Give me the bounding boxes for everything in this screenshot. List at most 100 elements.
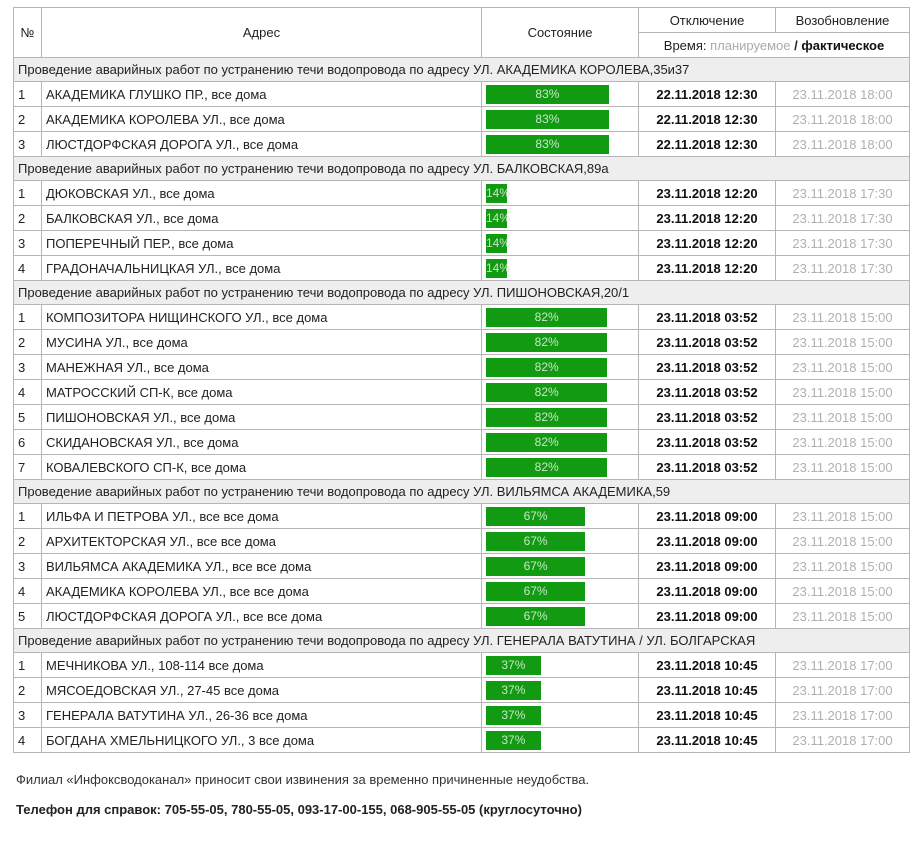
row-shutdown-time: 23.11.2018 09:00 (638, 603, 776, 629)
row-state: 37% (481, 677, 639, 703)
row-number: 3 (13, 131, 42, 157)
row-address: ЛЮСТДОРФСКАЯ ДОРОГА УЛ., все все дома (41, 603, 482, 629)
row-state: 83% (481, 81, 639, 107)
row-state: 67% (481, 578, 639, 604)
row-address: АРХИТЕКТОРСКАЯ УЛ., все все дома (41, 528, 482, 554)
row-restore-time: 23.11.2018 15:00 (775, 553, 910, 579)
row-restore-time: 23.11.2018 15:00 (775, 304, 910, 330)
group-row: Проведение аварийных работ по устранению… (13, 628, 910, 653)
row-shutdown-time: 23.11.2018 03:52 (638, 354, 776, 380)
table-body: Проведение аварийных работ по устранению… (13, 57, 910, 753)
header-num: № (13, 7, 42, 58)
row-shutdown-time: 23.11.2018 03:52 (638, 454, 776, 480)
row-shutdown-time: 23.11.2018 03:52 (638, 429, 776, 455)
row-number: 1 (13, 304, 42, 330)
table-row: 1 ИЛЬФА И ПЕТРОВА УЛ., все все дома 67% 23.… (13, 503, 910, 529)
row-state: 67% (481, 503, 639, 529)
table-row: 1 КОМПОЗИТОРА НИЩИНСКОГО УЛ., все дома 82%… (13, 304, 910, 330)
table-row: 2 МЯСОЕДОВСКАЯ УЛ., 27-45 все дома 37% 23.1… (13, 677, 910, 703)
row-restore-time: 23.11.2018 15:00 (775, 528, 910, 554)
row-number: 2 (13, 329, 42, 355)
row-restore-time: 23.11.2018 17:30 (775, 180, 910, 206)
group-row: Проведение аварийных работ по устранению… (13, 156, 910, 181)
row-number: 4 (13, 727, 42, 753)
time-legend-slash: / (794, 37, 798, 53)
row-shutdown-time: 23.11.2018 10:45 (638, 677, 776, 703)
row-state: 37% (481, 727, 639, 753)
row-restore-time: 23.11.2018 15:00 (775, 329, 910, 355)
progress-bar: 67% (486, 581, 586, 601)
row-number: 7 (13, 454, 42, 480)
row-restore-time: 23.11.2018 17:00 (775, 727, 910, 753)
row-shutdown-time: 22.11.2018 12:30 (638, 106, 776, 132)
row-address: МАНЕЖНАЯ УЛ., все дома (41, 354, 482, 380)
progress-bar: 82% (486, 457, 608, 477)
row-number: 4 (13, 255, 42, 281)
row-restore-time: 23.11.2018 15:00 (775, 454, 910, 480)
row-state: 82% (481, 379, 639, 405)
progress-bar: 67% (486, 531, 586, 551)
table-header-row: № Адрес Состояние Отключение Возобновлен… (13, 7, 910, 58)
row-state: 82% (481, 404, 639, 430)
row-address: МЕЧНИКОВА УЛ., 108-114 все дома (41, 652, 482, 678)
time-legend-prefix: Время: (663, 37, 707, 53)
row-address: АКАДЕМИКА КОРОЛЕВА УЛ., все все дома (41, 578, 482, 604)
row-state: 83% (481, 106, 639, 132)
row-restore-time: 23.11.2018 18:00 (775, 81, 910, 107)
row-state: 14% (481, 205, 639, 231)
row-address: КОМПОЗИТОРА НИЩИНСКОГО УЛ., все дома (41, 304, 482, 330)
table-row: 3 МАНЕЖНАЯ УЛ., все дома 82% 23.11.2018 03:… (13, 354, 910, 380)
row-state: 82% (481, 329, 639, 355)
row-number: 2 (13, 106, 42, 132)
row-restore-time: 23.11.2018 18:00 (775, 106, 910, 132)
row-address: ИЛЬФА И ПЕТРОВА УЛ., все все дома (41, 503, 482, 529)
row-state: 82% (481, 454, 639, 480)
table-row: 1 МЕЧНИКОВА УЛ., 108-114 все дома 37% 23.11… (13, 652, 910, 678)
progress-bar: 83% (486, 109, 609, 129)
progress-bar: 37% (486, 680, 541, 700)
table-row: 1 АКАДЕМИКА ГЛУШКО ПР., все дома 83% 22.11.… (13, 81, 910, 107)
table-row: 5 ПИШОНОВСКАЯ УЛ., все дома 82% 23.11.2018 … (13, 404, 910, 430)
table-row: 2 БАЛКОВСКАЯ УЛ., все дома 14% 23.11.2018 1… (13, 205, 910, 231)
row-state: 83% (481, 131, 639, 157)
progress-bar: 67% (486, 606, 586, 626)
row-address: МУСИНА УЛ., все дома (41, 329, 482, 355)
row-restore-time: 23.11.2018 17:30 (775, 205, 910, 231)
progress-bar: 83% (486, 134, 609, 154)
table-row: 7 КОВАЛЕВСКОГО СП-К, все дома 82% 23.11.201… (13, 454, 910, 480)
progress-bar: 82% (486, 432, 608, 452)
table-row: 2 АКАДЕМИКА КОРОЛЕВА УЛ., все дома 83% 22.1… (13, 106, 910, 132)
row-state: 37% (481, 652, 639, 678)
row-shutdown-time: 23.11.2018 12:20 (638, 255, 776, 281)
row-address: ГРАДОНАЧАЛЬНИЦКАЯ УЛ., все дома (41, 255, 482, 281)
row-address: ВИЛЬЯМСА АКАДЕМИКА УЛ., все все дома (41, 553, 482, 579)
header-state: Состояние (481, 7, 639, 58)
progress-bar: 37% (486, 705, 541, 725)
progress-bar: 83% (486, 84, 609, 104)
row-state: 14% (481, 255, 639, 281)
row-shutdown-time: 23.11.2018 10:45 (638, 702, 776, 728)
group-title: Проведение аварийных работ по устранению… (13, 280, 910, 305)
row-number: 1 (13, 180, 42, 206)
table-row: 1 ДЮКОВСКАЯ УЛ., все дома 14% 23.11.2018 12… (13, 180, 910, 206)
table-row: 3 ГЕНЕРАЛА ВАТУТИНА УЛ., 26-36 все дома 37… (13, 702, 910, 728)
row-number: 4 (13, 578, 42, 604)
header-shutdown: Отключение (638, 7, 776, 33)
row-shutdown-time: 22.11.2018 12:30 (638, 81, 776, 107)
row-address: ЛЮСТДОРФСКАЯ ДОРОГА УЛ., все дома (41, 131, 482, 157)
row-number: 1 (13, 503, 42, 529)
group-row: Проведение аварийных работ по устранению… (13, 57, 910, 82)
row-shutdown-time: 23.11.2018 12:20 (638, 205, 776, 231)
header-address: Адрес (41, 7, 482, 58)
row-shutdown-time: 23.11.2018 09:00 (638, 578, 776, 604)
row-restore-time: 23.11.2018 15:00 (775, 354, 910, 380)
header-restore: Возобновление (775, 7, 910, 33)
row-state: 14% (481, 230, 639, 256)
phone-info: Телефон для справок: 705-55-05, 780-55-0… (16, 802, 582, 817)
row-shutdown-time: 23.11.2018 09:00 (638, 528, 776, 554)
row-number: 3 (13, 553, 42, 579)
row-number: 4 (13, 379, 42, 405)
row-state: 37% (481, 702, 639, 728)
row-address: ПОПЕРЕЧНЫЙ ПЕР., все дома (41, 230, 482, 256)
row-restore-time: 23.11.2018 17:00 (775, 652, 910, 678)
